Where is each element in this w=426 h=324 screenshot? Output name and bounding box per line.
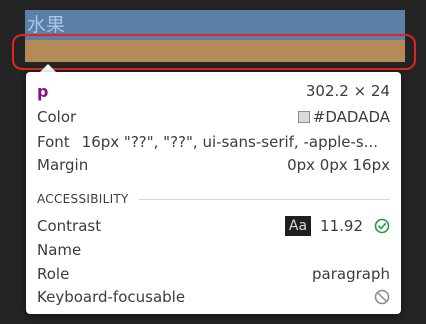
keyboard-focusable-label: Keyboard-focusable xyxy=(37,288,186,306)
no-entry-icon xyxy=(374,289,390,305)
contrast-label: Contrast xyxy=(37,217,102,235)
annotation-highlight-ring xyxy=(12,34,416,70)
font-value: 16px "??", "??", ui-sans-serif, -apple-s… xyxy=(81,133,379,151)
margin-label: Margin xyxy=(37,156,89,174)
tooltip-arrow xyxy=(40,64,56,72)
margin-row: Margin 0px 0px 16px xyxy=(37,155,390,175)
contrast-value-wrap: Aa 11.92 xyxy=(284,216,390,236)
font-label: Font xyxy=(37,133,70,151)
contrast-sample: Aa xyxy=(284,216,312,236)
name-label: Name xyxy=(37,241,82,259)
color-value-wrap: #DADADA xyxy=(297,108,390,126)
accessibility-section-header: ACCESSIBILITY xyxy=(37,189,390,209)
inspect-tooltip: p 302.2 × 24 Color #DADADA Font 16px "??… xyxy=(26,72,401,314)
role-value: paragraph xyxy=(312,265,390,283)
role-label: Role xyxy=(37,265,70,283)
font-row: Font 16px "??", "??", ui-sans-serif, -ap… xyxy=(37,132,390,152)
keyboard-focusable-row: Keyboard-focusable xyxy=(37,287,390,307)
contrast-ratio: 11.92 xyxy=(320,217,363,235)
element-summary-row: p 302.2 × 24 xyxy=(37,81,390,101)
element-tag-name: p xyxy=(37,81,49,101)
color-label: Color xyxy=(37,108,77,126)
margin-value: 0px 0px 16px xyxy=(287,156,390,174)
accessibility-heading: ACCESSIBILITY xyxy=(37,192,129,206)
section-divider xyxy=(138,198,390,200)
element-size: 302.2 × 24 xyxy=(305,82,390,100)
color-swatch xyxy=(297,111,310,123)
name-row: Name xyxy=(37,240,390,260)
check-circle-icon xyxy=(374,218,390,234)
color-row: Color #DADADA xyxy=(37,107,390,127)
contrast-row: Contrast Aa 11.92 xyxy=(37,216,390,236)
role-row: Role paragraph xyxy=(37,264,390,284)
color-value: #DADADA xyxy=(312,108,390,126)
